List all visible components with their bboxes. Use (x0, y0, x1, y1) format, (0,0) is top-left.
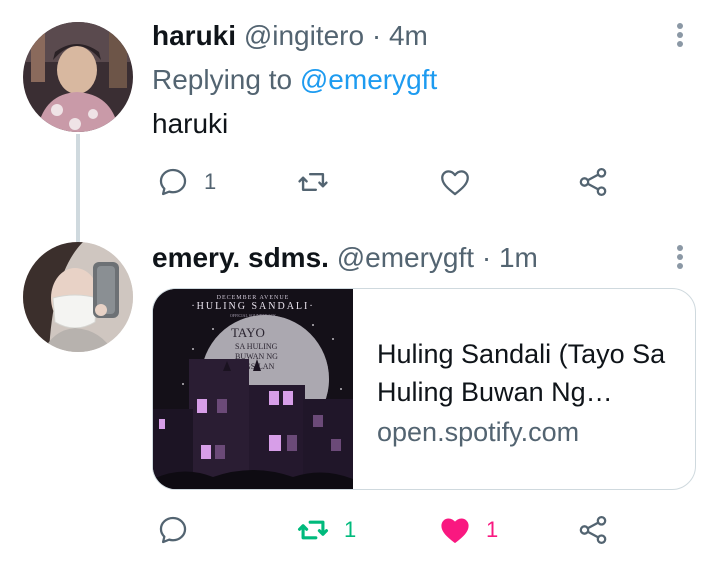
link-preview-card[interactable]: DECEMBER AVENUE ·HULING SANDALI· OFFICIA… (152, 288, 696, 490)
retweet-icon (297, 520, 329, 540)
reply-count: 1 (204, 169, 217, 194)
reply-button[interactable]: 1 (156, 162, 216, 202)
handle[interactable]: @ingitero (244, 20, 364, 51)
replying-to: Replying to @emerygft (152, 64, 437, 96)
reply-icon (159, 168, 187, 196)
heart-icon (441, 518, 469, 543)
avatar[interactable] (23, 242, 133, 352)
tweet-text: haruki (152, 108, 229, 139)
share-button[interactable] (576, 162, 610, 202)
replying-handle-link[interactable]: @emerygft (300, 64, 437, 95)
tweet-header: haruki @ingitero · 4m (152, 20, 428, 52)
more-options-button[interactable] (674, 242, 686, 274)
retweet-icon (298, 173, 328, 191)
tweet-emery[interactable]: emery. sdms. @emerygft · 1m DECEMBER AVE… (0, 230, 720, 568)
avatar[interactable] (23, 22, 133, 132)
svg-text:·HULING SANDALI·: ·HULING SANDALI· (191, 301, 314, 312)
like-count: 1 (486, 517, 499, 542)
separator: · (371, 20, 382, 51)
like-button[interactable]: 1 (438, 510, 498, 550)
more-options-button[interactable] (674, 20, 686, 52)
svg-text:SA HULING: SA HULING (235, 342, 278, 351)
timestamp[interactable]: 4m (389, 20, 428, 51)
tweet-actions: 1 1 (150, 510, 630, 550)
album-art: DECEMBER AVENUE ·HULING SANDALI· OFFICIA… (153, 289, 353, 489)
thread-connector (76, 134, 80, 244)
retweet-button[interactable] (296, 162, 344, 202)
share-icon (579, 167, 607, 197)
retweet-count: 1 (344, 517, 357, 542)
reply-icon (159, 516, 187, 544)
card-title: Huling Sandali (Tayo Sa Huling Buwan Ng… (377, 339, 666, 407)
replying-prefix: Replying to (152, 64, 293, 95)
album-art-image: DECEMBER AVENUE ·HULING SANDALI· OFFICIA… (153, 289, 353, 489)
tweet-header: emery. sdms. @emerygft · 1m (152, 242, 538, 274)
tweet-haruki[interactable]: haruki @ingitero · 4m Replying to @emery… (0, 0, 720, 244)
heart-icon (441, 170, 469, 196)
display-name[interactable]: haruki (152, 20, 236, 51)
like-button[interactable] (438, 162, 486, 202)
avatar-image (23, 242, 133, 352)
display-name[interactable]: emery. sdms. (152, 242, 329, 273)
separator: · (481, 242, 492, 273)
svg-text:TAYO: TAYO (231, 325, 265, 340)
more-icon (677, 245, 683, 251)
avatar-image (23, 22, 133, 132)
card-text: Huling Sandali (Tayo Sa Huling Buwan Ng…… (377, 335, 687, 451)
tweet-actions: 1 (150, 162, 630, 202)
card-domain: open.spotify.com (377, 417, 580, 447)
handle[interactable]: @emerygft (337, 242, 474, 273)
share-button[interactable] (576, 510, 610, 550)
reply-button[interactable] (156, 510, 204, 550)
share-icon (579, 515, 607, 545)
timestamp[interactable]: 1m (499, 242, 538, 273)
more-icon (677, 23, 683, 29)
retweet-button[interactable]: 1 (296, 510, 356, 550)
